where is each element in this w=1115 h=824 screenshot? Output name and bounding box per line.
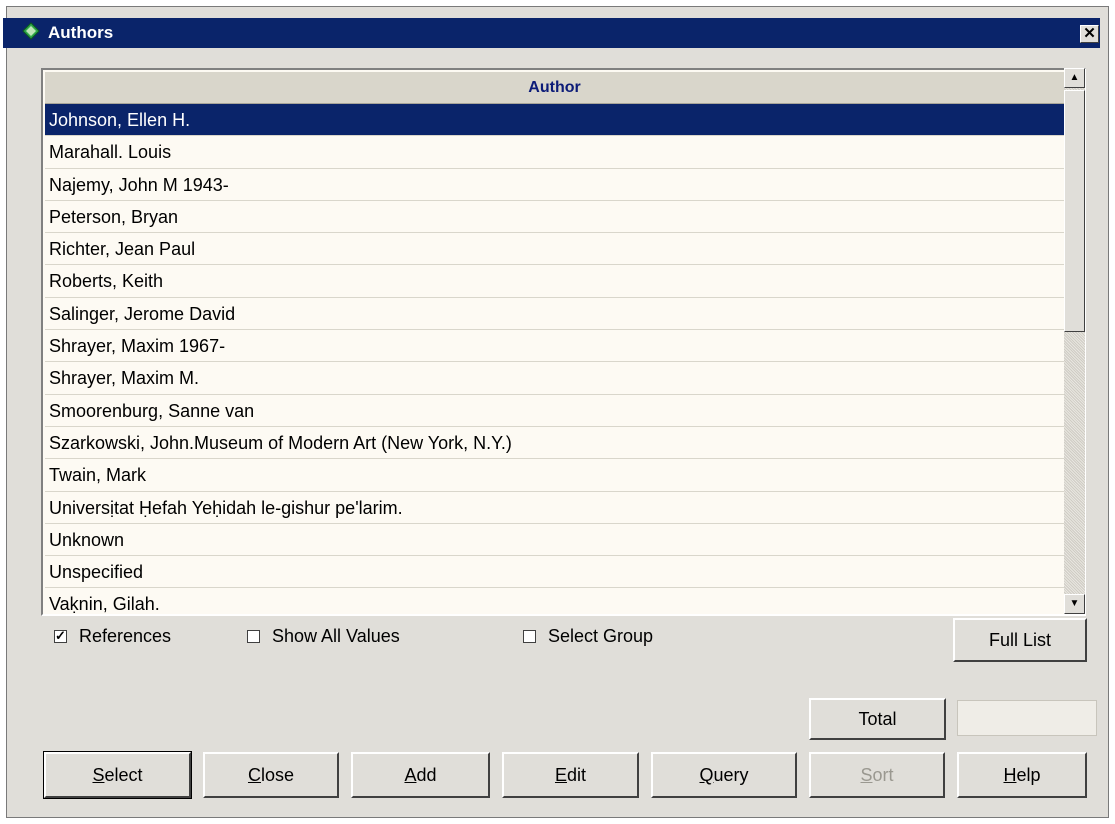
help-button[interactable]: Help	[957, 752, 1087, 798]
author-row[interactable]: Peterson, Bryan	[45, 201, 1064, 234]
author-list: Johnson, Ellen H. Marahall. Louis Najemy, …	[45, 104, 1064, 614]
total-button[interactable]: Total	[809, 698, 946, 740]
show-all-check-icon[interactable]	[247, 629, 260, 643]
author-row[interactable]: Szarkowski, John.Museum of Modern Art (N…	[45, 427, 1064, 460]
scrollbar-thumb[interactable]	[1064, 90, 1085, 332]
author-row[interactable]: Salinger, Jerome David	[45, 298, 1064, 331]
references-label: References	[79, 625, 172, 646]
author-row[interactable]: Unspecified	[45, 556, 1064, 589]
author-row[interactable]: Smoorenburg, Sanne van	[45, 395, 1064, 427]
show-all-values-checkbox[interactable]: Show All Values	[247, 625, 400, 647]
references-check-icon[interactable]: ✓	[54, 629, 67, 643]
scroll-down-icon[interactable]: ▼	[1064, 594, 1085, 614]
title-bar[interactable]	[3, 18, 1100, 48]
author-row[interactable]: Unknown	[45, 524, 1064, 557]
full-list-button[interactable]: Full List	[953, 618, 1087, 662]
add-button[interactable]: Add	[351, 752, 490, 798]
vertical-scrollbar[interactable]: ▲ ▼	[1064, 68, 1085, 614]
author-row[interactable]: Richter, Jean Paul	[45, 233, 1064, 266]
app-diamond-icon	[22, 22, 40, 40]
author-row[interactable]: Twain, Mark	[45, 459, 1064, 492]
select-group-label: Select Group	[548, 625, 654, 646]
author-row[interactable]: Marahall. Louis	[45, 136, 1064, 169]
select-button[interactable]: Select	[43, 751, 192, 799]
column-header-author[interactable]: Author	[45, 72, 1064, 104]
close-window-icon[interactable]: ✕	[1080, 25, 1099, 43]
close-button[interactable]: Close	[203, 752, 339, 798]
author-row[interactable]: Najemy, John M 1943-	[45, 169, 1064, 201]
author-row[interactable]: Roberts, Keith	[45, 265, 1064, 298]
author-row[interactable]: Universịtat Ḥefah Yeḥidah le-gishur peʹl…	[45, 492, 1064, 524]
scroll-up-icon[interactable]: ▲	[1064, 68, 1085, 88]
author-row[interactable]: Shrayer, Maxim M.	[45, 362, 1064, 395]
select-group-check-icon[interactable]	[523, 629, 536, 643]
query-button[interactable]: Query	[651, 752, 797, 798]
author-row[interactable]: Shrayer, Maxim 1967-	[45, 330, 1064, 363]
references-checkbox[interactable]: ✓ References	[54, 625, 171, 647]
edit-button[interactable]: Edit	[502, 752, 639, 798]
window-title: Authors	[48, 23, 114, 42]
sort-button: Sort	[809, 752, 945, 798]
total-value-field	[957, 700, 1097, 736]
authors-grid[interactable]: Author Johnson, Ellen H. Marahall. Louis N…	[41, 68, 1086, 616]
select-group-checkbox[interactable]: Select Group	[523, 625, 653, 647]
show-all-values-label: Show All Values	[272, 625, 400, 646]
author-row[interactable]: Vaḳnin, Gilah.	[45, 588, 1064, 614]
author-row[interactable]: Johnson, Ellen H.	[45, 104, 1064, 137]
